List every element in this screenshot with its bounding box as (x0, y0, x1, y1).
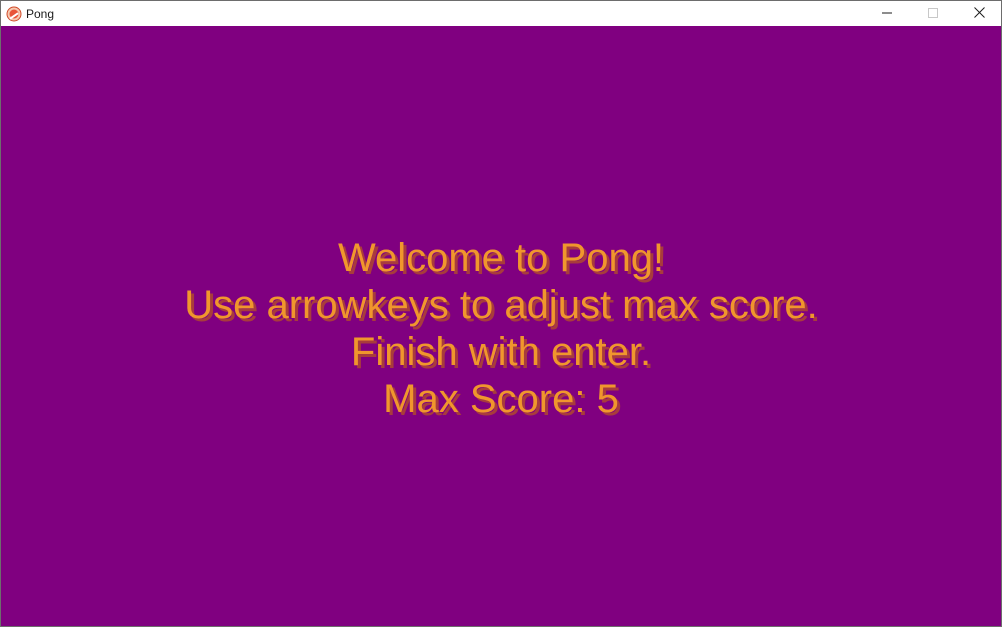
instruction-text: Use arrowkeys to adjust max score. (184, 283, 818, 327)
finish-text: Finish with enter. (350, 330, 652, 374)
close-button[interactable] (956, 1, 1002, 26)
minimize-icon (882, 5, 892, 23)
pong-app-icon[interactable] (6, 6, 22, 22)
max-score-text: Max Score: 5 (383, 377, 619, 421)
app-window: Pong Welcome to Pong! Use arrowkeys to a… (0, 0, 1002, 627)
maximize-icon (928, 5, 938, 23)
close-icon (973, 5, 985, 23)
welcome-text: Welcome to Pong! (337, 236, 665, 280)
game-canvas[interactable]: Welcome to Pong! Use arrowkeys to adjust… (1, 26, 1001, 626)
title-bar[interactable]: Pong (1, 1, 1001, 26)
minimize-button[interactable] (864, 1, 910, 26)
maximize-button[interactable] (910, 1, 956, 26)
window-title: Pong (26, 7, 55, 21)
